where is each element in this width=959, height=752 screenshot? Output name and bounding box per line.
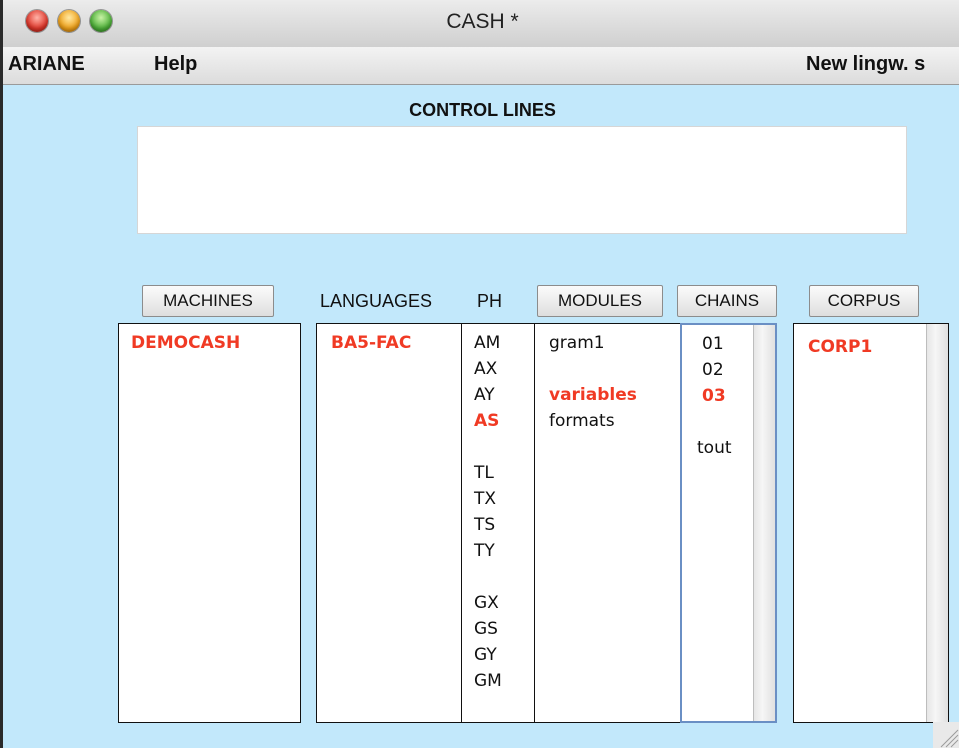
corpus-button[interactable]: CORPUS xyxy=(809,285,919,317)
machines-list[interactable]: DEMOCASH xyxy=(118,323,301,723)
resize-grip-icon[interactable] xyxy=(933,722,959,748)
control-lines-field[interactable] xyxy=(137,126,907,234)
corpus-scrollbar[interactable] xyxy=(926,324,948,722)
languages-label: LANGUAGES xyxy=(320,291,433,311)
list-item[interactable]: GX xyxy=(474,590,534,616)
control-lines-label: CONTROL LINES xyxy=(409,100,556,120)
list-item[interactable]: GM xyxy=(474,668,534,694)
list-item[interactable]: AS xyxy=(474,408,534,434)
list-item[interactable]: AM xyxy=(474,330,534,356)
modules-button[interactable]: MODULES xyxy=(537,285,663,317)
list-item[interactable]: gram1 xyxy=(549,330,680,356)
corpus-list[interactable]: CORP1 xyxy=(793,323,949,723)
list-item[interactable]: DEMOCASH xyxy=(131,330,300,356)
chains-button[interactable]: CHAINS xyxy=(677,285,777,317)
list-item[interactable]: TY xyxy=(474,538,534,564)
modules-list[interactable]: gram1 variables formats xyxy=(534,323,681,723)
menu-help[interactable]: Help xyxy=(154,53,197,76)
chains-scrollbar[interactable] xyxy=(753,325,775,721)
list-item[interactable]: GS xyxy=(474,616,534,642)
ph-label: PH xyxy=(477,291,503,311)
list-item[interactable]: BA5-FAC xyxy=(331,330,461,356)
list-item[interactable]: AX xyxy=(474,356,534,382)
menu-bar: ARIANE Help New lingw. s xyxy=(3,47,959,85)
languages-list[interactable]: BA5-FAC xyxy=(316,323,462,723)
list-item[interactable]: formats xyxy=(549,408,680,434)
list-item[interactable]: TS xyxy=(474,512,534,538)
title-bar[interactable]: CASH * xyxy=(3,0,959,48)
machines-button[interactable]: MACHINES xyxy=(142,285,274,317)
menu-ariane[interactable]: ARIANE xyxy=(8,53,85,76)
window-title: CASH * xyxy=(446,10,519,33)
menu-new-lingware[interactable]: New lingw. s xyxy=(806,53,925,76)
list-item[interactable]: AY xyxy=(474,382,534,408)
list-item[interactable]: GY xyxy=(474,642,534,668)
list-item[interactable]: variables xyxy=(549,382,680,408)
app-window: CASH * ARIANE Help New lingw. s CONTROL … xyxy=(0,0,959,748)
list-item[interactable]: TL xyxy=(474,460,534,486)
chains-list[interactable]: 01 02 03 tout xyxy=(680,323,777,723)
phases-list[interactable]: AM AX AY AS TL TX TS TY GX GS GY GM xyxy=(461,323,535,723)
list-item[interactable]: TX xyxy=(474,486,534,512)
